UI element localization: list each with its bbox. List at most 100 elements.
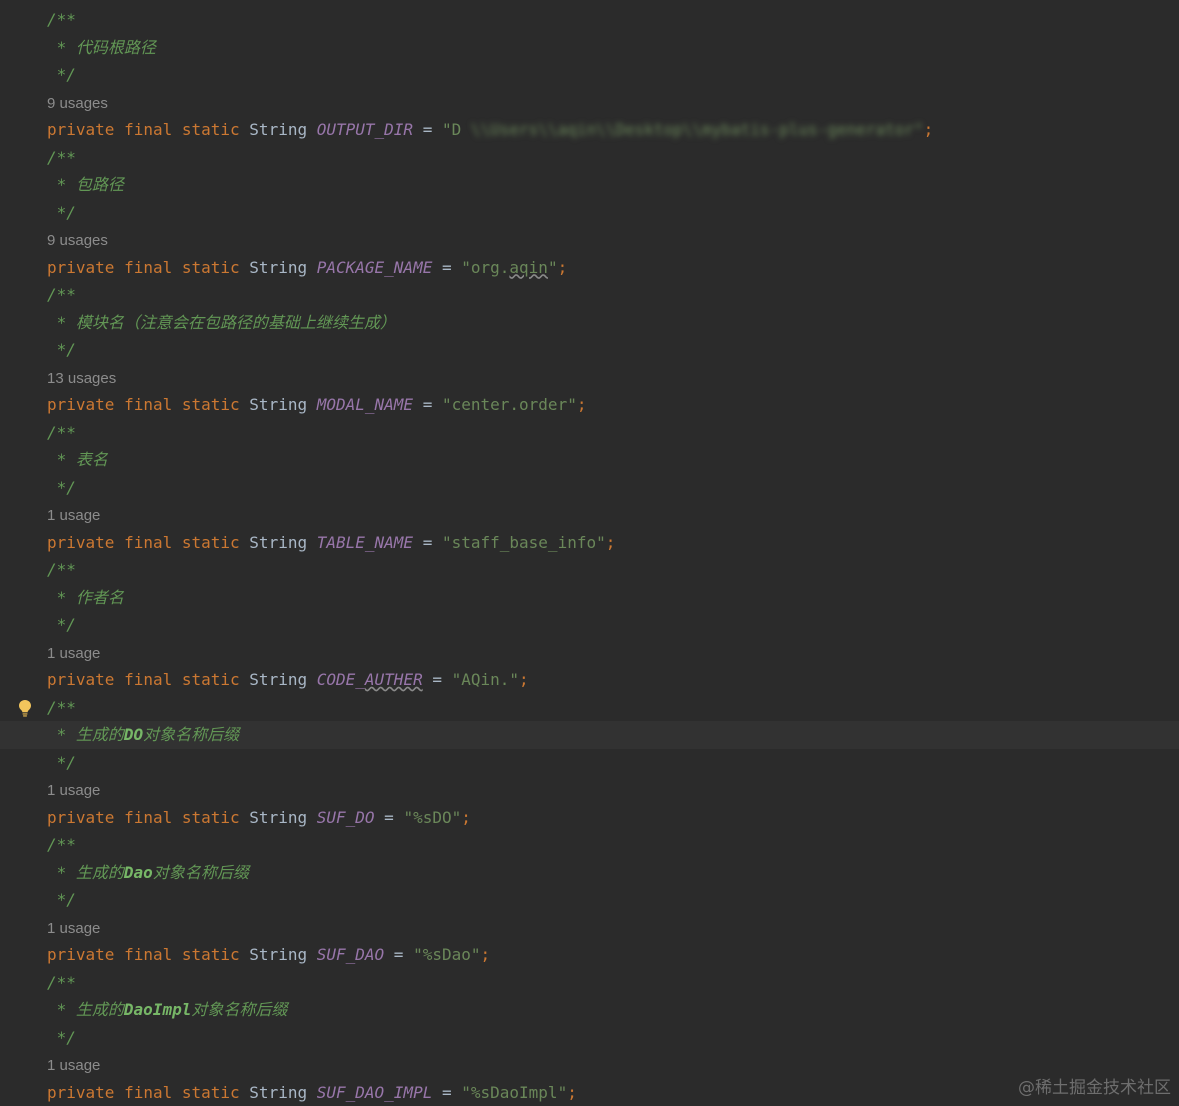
token-type: String <box>249 257 317 277</box>
token-kw: static <box>181 1082 250 1102</box>
token-kw: private <box>47 945 125 964</box>
usage-hint[interactable]: 9 usages <box>0 226 1179 254</box>
token-str: "%sDaoImpl" <box>461 1082 568 1102</box>
token-doc: /** <box>47 285 76 304</box>
token-semi: ; <box>519 670 529 689</box>
token-usage: 1 usage <box>47 919 101 937</box>
token-str: "org. <box>461 257 510 277</box>
token-kw: private <box>47 120 125 139</box>
token-kw: static <box>181 120 250 139</box>
token-doc: * 生成的 <box>47 862 124 882</box>
token-doc-ident: Dao <box>123 862 153 882</box>
token-doc-ident: DaoImpl <box>123 1000 192 1019</box>
line-content: private final static String TABLE_NAME =… <box>47 529 615 557</box>
token-doc: * 作者名 <box>47 587 124 607</box>
doc-comment-line[interactable]: */ <box>0 749 1179 777</box>
usage-hint[interactable]: 1 usage <box>0 776 1179 804</box>
line-content: private final static String OUTPUT_DIR =… <box>47 116 933 144</box>
usage-hint[interactable]: 13 usages <box>0 364 1179 392</box>
usage-hint[interactable]: 1 usage <box>0 1051 1179 1079</box>
token-doc: */ <box>47 615 76 634</box>
token-kw: final <box>124 532 182 552</box>
token-str: "%sDao" <box>413 945 481 964</box>
doc-comment-line[interactable]: /** <box>0 694 1179 722</box>
token-doc: /** <box>47 697 76 717</box>
token-op: = <box>413 532 442 552</box>
token-kw: final <box>124 807 182 827</box>
doc-comment-line[interactable]: /** <box>0 281 1179 309</box>
token-doc: 对象名称后缀 <box>152 862 249 882</box>
token-usage: 1 usage <box>47 507 101 524</box>
code-line[interactable]: private final static String CODE_AUTHER … <box>0 666 1179 694</box>
token-type: String <box>249 1082 317 1102</box>
code-line[interactable]: private final static String SUF_DAO = "%… <box>0 941 1179 969</box>
lightbulb-icon[interactable] <box>18 699 32 717</box>
usage-hint[interactable]: 1 usage <box>0 501 1179 529</box>
line-content: 9 usages <box>47 89 108 118</box>
token-doc: */ <box>47 65 76 84</box>
token-doc: * 生成的 <box>47 725 124 744</box>
token-usage: 1 usage <box>47 1057 101 1074</box>
doc-comment-line[interactable]: * 生成的DaoImpl对象名称后缀 <box>0 996 1179 1024</box>
line-content: 1 usage <box>47 1051 100 1080</box>
code-line[interactable]: private final static String MODAL_NAME =… <box>0 391 1179 419</box>
line-content: 1 usage <box>47 914 100 943</box>
token-doc: */ <box>47 890 76 909</box>
code-editor[interactable]: /** * 代码根路径 */ 9 usages private final stat… <box>0 0 1179 1106</box>
code-line[interactable]: private final static String SUF_DO = "%s… <box>0 804 1179 832</box>
doc-comment-line[interactable]: */ <box>0 199 1179 227</box>
doc-comment-line[interactable]: */ <box>0 336 1179 364</box>
code-line[interactable]: private final static String TABLE_NAME =… <box>0 529 1179 557</box>
doc-comment-line[interactable]: * 生成的DO对象名称后缀 <box>0 721 1179 749</box>
token-field: SUF_DO <box>316 807 375 827</box>
line-content: 9 usages <box>47 226 108 255</box>
token-doc: /** <box>47 835 76 854</box>
doc-comment-line[interactable]: /** <box>0 969 1179 997</box>
doc-comment-line[interactable]: * 生成的Dao对象名称后缀 <box>0 859 1179 887</box>
watermark: @稀土掘金技术社区 <box>1018 1078 1171 1098</box>
line-content: * 生成的DaoImpl对象名称后缀 <box>47 996 288 1024</box>
doc-comment-line[interactable]: */ <box>0 886 1179 914</box>
token-doc: */ <box>47 477 76 497</box>
code-line[interactable]: private final static String SUF_DAO_IMPL… <box>0 1079 1179 1106</box>
line-content: /** <box>47 969 76 997</box>
doc-comment-line[interactable]: * 模块名（注意会在包路径的基础上继续生成） <box>0 309 1179 337</box>
token-kw: final <box>124 670 182 689</box>
doc-comment-line[interactable]: * 代码根路径 <box>0 34 1179 62</box>
doc-comment-line[interactable]: /** <box>0 144 1179 172</box>
line-content: private final static String SUF_DO = "%s… <box>47 804 471 832</box>
token-doc: /** <box>47 147 76 167</box>
token-op: = <box>432 1082 462 1102</box>
token-field: SUF_DAO_IMPL <box>316 1082 433 1102</box>
code-line[interactable]: private final static String PACKAGE_NAME… <box>0 254 1179 282</box>
token-op: = <box>432 257 462 277</box>
line-content: * 作者名 <box>47 584 124 612</box>
line-content: private final static String SUF_DAO = "%… <box>47 941 490 969</box>
line-content: * 生成的DO对象名称后缀 <box>47 721 240 749</box>
usage-hint[interactable]: 1 usage <box>0 914 1179 942</box>
line-content: * 生成的Dao对象名称后缀 <box>47 859 249 887</box>
token-semi: ; <box>567 1082 577 1102</box>
token-blurred: \\Users\\aqin\\Desktop\\mybatis-plus-gen… <box>461 120 924 139</box>
token-field: SUF_DAO <box>316 945 385 964</box>
doc-comment-line[interactable]: /** <box>0 419 1179 447</box>
doc-comment-line[interactable]: */ <box>0 1024 1179 1052</box>
doc-comment-line[interactable]: */ <box>0 474 1179 502</box>
doc-comment-line[interactable]: * 表名 <box>0 446 1179 474</box>
code-line[interactable]: private final static String OUTPUT_DIR =… <box>0 116 1179 144</box>
usage-hint[interactable]: 9 usages <box>0 89 1179 117</box>
token-type: String <box>249 945 317 964</box>
doc-comment-line[interactable]: /** <box>0 831 1179 859</box>
doc-comment-line[interactable]: * 包路径 <box>0 171 1179 199</box>
usage-hint[interactable]: 1 usage <box>0 639 1179 667</box>
token-usage: 1 usage <box>47 644 101 662</box>
doc-comment-line[interactable]: * 作者名 <box>0 584 1179 612</box>
token-kw: private <box>47 532 125 552</box>
doc-comment-line[interactable]: /** <box>0 6 1179 34</box>
token-str: "%sDO" <box>403 807 462 827</box>
doc-comment-line[interactable]: /** <box>0 556 1179 584</box>
token-type: String <box>249 395 317 414</box>
line-content: * 包路径 <box>47 171 124 199</box>
doc-comment-line[interactable]: */ <box>0 611 1179 639</box>
doc-comment-line[interactable]: */ <box>0 61 1179 89</box>
